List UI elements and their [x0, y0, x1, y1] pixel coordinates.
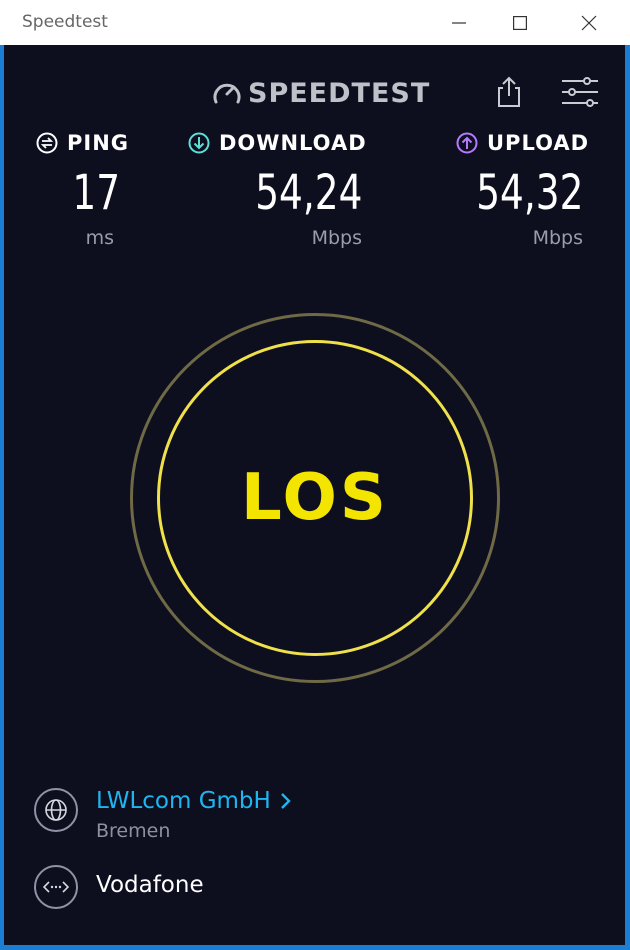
close-icon — [581, 15, 597, 30]
close-button[interactable] — [556, 0, 622, 45]
upload-label: UPLOAD — [487, 131, 590, 155]
download-metric: DOWNLOAD — [188, 131, 367, 155]
download-label: DOWNLOAD — [219, 131, 367, 155]
connection-icon — [43, 881, 69, 893]
chevron-right-icon — [280, 793, 291, 809]
download-unit: Mbps — [311, 227, 362, 249]
brand-name: SPEEDTEST — [248, 77, 431, 109]
window-title: Speedtest — [22, 12, 108, 32]
ping-unit: ms — [85, 227, 114, 249]
minimize-button[interactable] — [426, 0, 492, 45]
server-selector[interactable]: LWLcom GmbH Bremen — [34, 788, 293, 842]
minimize-icon — [452, 21, 466, 24]
maximize-button[interactable] — [487, 0, 553, 45]
server-name[interactable]: LWLcom GmbH — [96, 788, 271, 814]
app-content: SPEEDTEST PING 17 ms DOWNLOAD 54,24 Mbps… — [4, 45, 625, 945]
upload-arrow-icon — [456, 132, 478, 154]
globe-icon — [45, 799, 67, 821]
isp-name: Vodafone — [96, 872, 204, 898]
gauge-icon — [213, 83, 241, 104]
ping-metric: PING — [36, 131, 129, 155]
sliders-icon — [562, 77, 598, 107]
speedtest-logo: SPEEDTEST — [212, 77, 430, 109]
title-bar[interactable]: Speedtest — [0, 0, 630, 45]
share-icon — [498, 76, 520, 107]
isp-info: Vodafone — [34, 865, 204, 909]
go-button-label: LOS — [241, 461, 389, 535]
ping-label: PING — [67, 131, 130, 155]
ping-icon — [36, 132, 58, 154]
download-value: 54,24 — [254, 165, 362, 221]
server-location: Bremen — [96, 820, 171, 842]
speedtest-window: Speedtest SPEEDTEST PING 17 ms DOWNLOAD … — [0, 0, 630, 950]
upload-metric: UPLOAD — [456, 131, 589, 155]
go-button[interactable]: LOS — [157, 340, 473, 656]
upload-value: 54,32 — [475, 165, 583, 221]
go-button-area: LOS — [130, 313, 500, 683]
download-arrow-icon — [188, 132, 210, 154]
share-button[interactable] — [492, 75, 526, 113]
upload-unit: Mbps — [532, 227, 583, 249]
ping-value: 17 — [72, 165, 120, 221]
settings-button[interactable] — [560, 77, 600, 111]
maximize-icon — [513, 15, 527, 30]
